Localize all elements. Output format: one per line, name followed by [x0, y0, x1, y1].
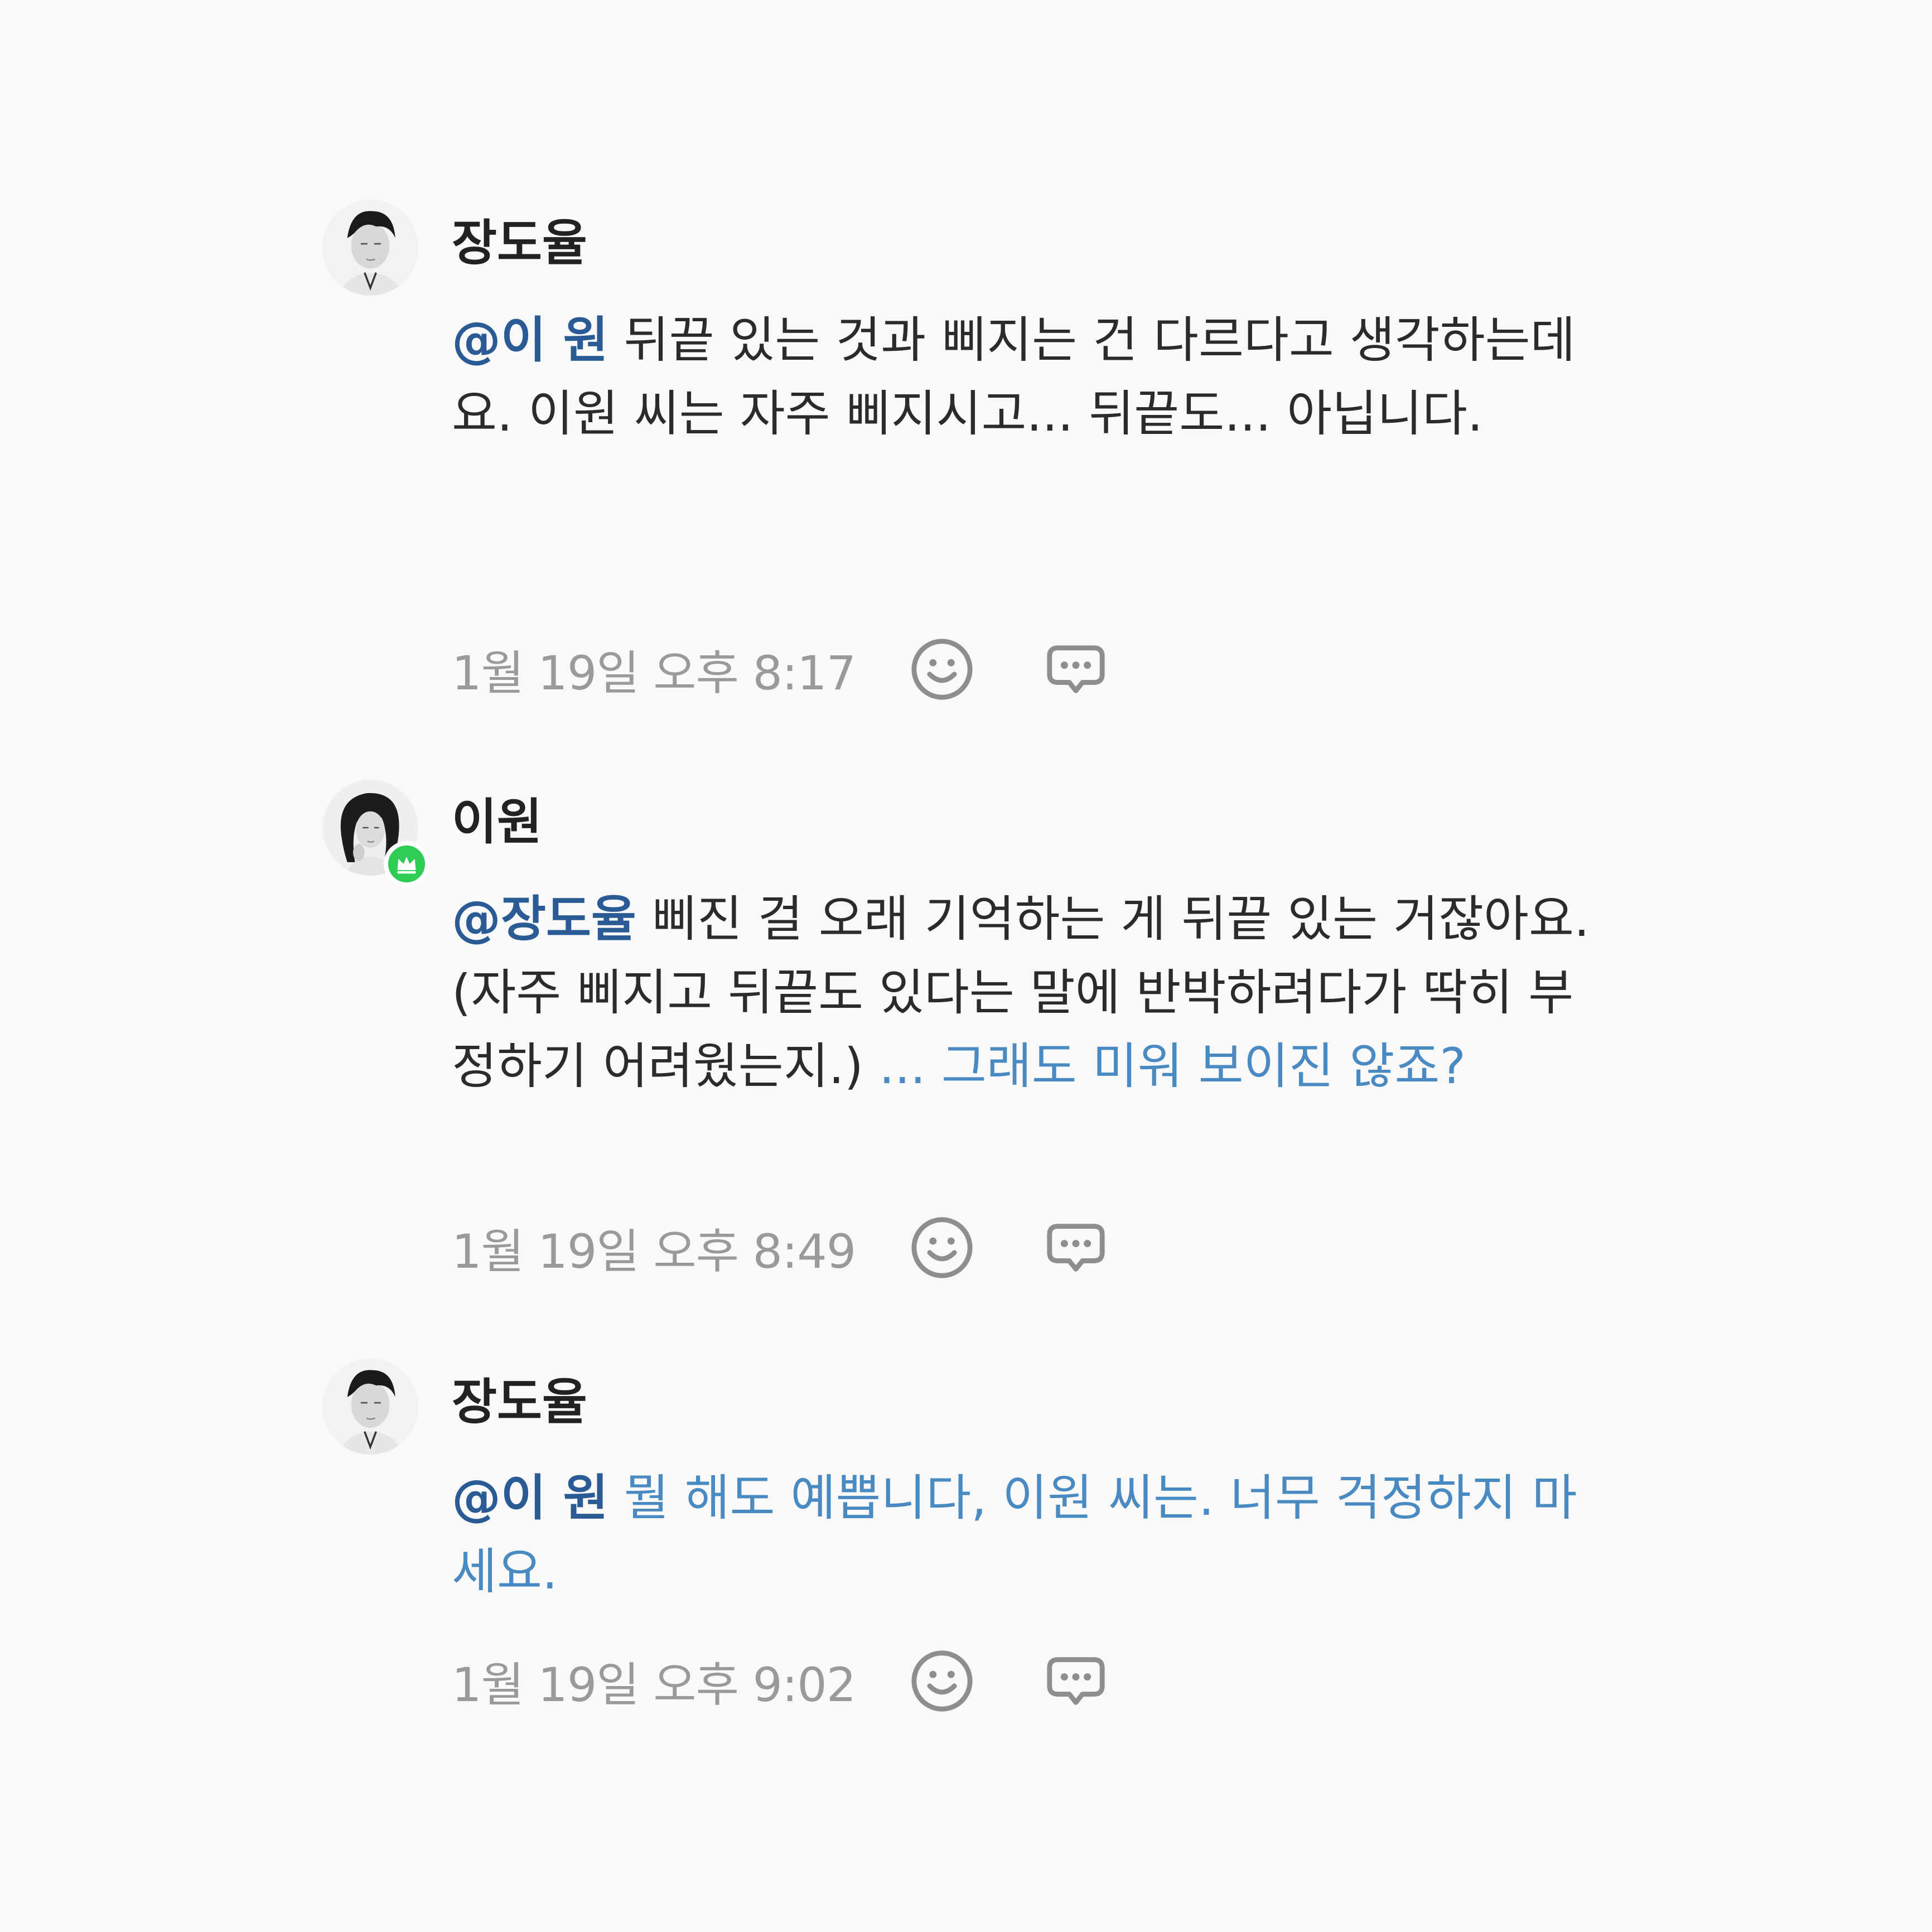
- speech-bubble-dots-icon[interactable]: [1040, 1645, 1112, 1717]
- comment-meta: 1월 19일 오후 9:02: [452, 1648, 1112, 1714]
- mention-link[interactable]: @장도율: [452, 890, 636, 948]
- comment-author[interactable]: 장도율: [452, 219, 587, 268]
- smiley-icon[interactable]: [906, 633, 978, 706]
- speech-bubble-dots-icon[interactable]: [1040, 1211, 1112, 1284]
- comment-body: @이 원 뭘 해도 예쁩니다, 이원 씨는. 너무 걱정하지 마세요.: [452, 1461, 1595, 1609]
- comment-author[interactable]: 이원: [452, 798, 542, 847]
- action-text: ... 그래도 미워 보이진 않죠?: [878, 1037, 1466, 1095]
- timestamp: 1월 19일 오후 9:02: [452, 1657, 856, 1712]
- comment-meta: 1월 19일 오후 8:49: [452, 1214, 1112, 1281]
- avatar[interactable]: [322, 780, 429, 887]
- timestamp: 1월 19일 오후 8:49: [452, 1224, 856, 1279]
- avatar[interactable]: [322, 200, 418, 296]
- mention-link[interactable]: @이 원: [452, 311, 608, 369]
- comment-text: 뒤끝 있는 것과 삐지는 건 다르다고 생각하는데요. 이원 씨는 자주 삐지시…: [452, 311, 1576, 442]
- timestamp: 1월 19일 오후 8:17: [452, 645, 856, 701]
- crown-icon: [384, 841, 429, 887]
- comment-body: @장도율 삐진 걸 오래 기억하는 게 뒤끝 있는 거잖아요. (자주 삐지고 …: [452, 882, 1595, 1103]
- smiley-icon[interactable]: [906, 1645, 978, 1717]
- comment-text: [608, 1469, 624, 1527]
- comment-body: @이 원 뒤끝 있는 것과 삐지는 건 다르다고 생각하는데요. 이원 씨는 자…: [452, 303, 1595, 451]
- comment-author[interactable]: 장도율: [452, 1378, 587, 1427]
- comment-meta: 1월 19일 오후 8:17: [452, 636, 1112, 703]
- mention-link[interactable]: @이 원: [452, 1469, 608, 1527]
- avatar[interactable]: [322, 1359, 418, 1455]
- speech-bubble-dots-icon[interactable]: [1040, 633, 1112, 706]
- smiley-icon[interactable]: [906, 1211, 978, 1284]
